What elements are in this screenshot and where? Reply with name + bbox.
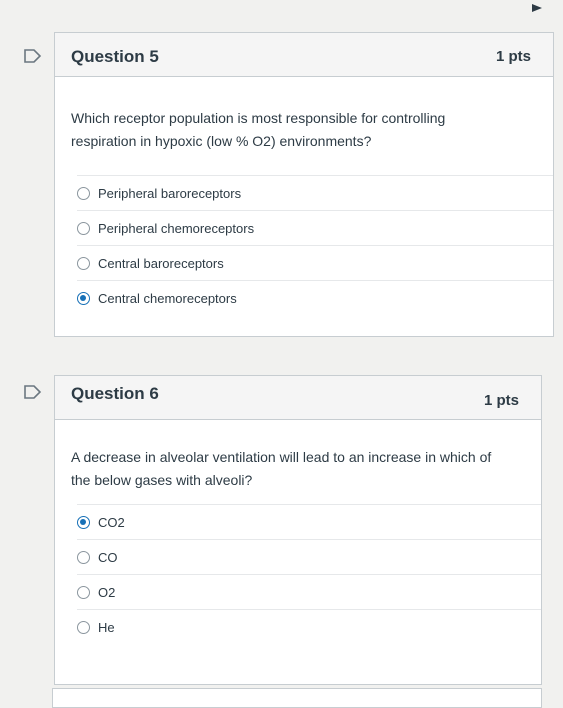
question-points: 1 pts [483, 392, 519, 409]
flag-question-6-icon[interactable] [24, 385, 44, 401]
answer-option[interactable]: Peripheral chemoreceptors [77, 210, 553, 245]
question-text: Which receptor population is most respon… [71, 110, 446, 149]
answer-label: Central baroreceptors [98, 255, 224, 271]
answer-option[interactable]: O2 [77, 574, 541, 609]
radio-button[interactable] [77, 256, 90, 270]
flag-question-5-icon[interactable] [24, 49, 44, 65]
answer-list: Peripheral baroreceptors Peripheral chem… [55, 175, 553, 315]
answer-option[interactable]: Peripheral baroreceptors [77, 175, 553, 210]
question-title: Question 5 [71, 47, 159, 66]
answer-label: Peripheral chemoreceptors [98, 220, 255, 236]
answer-option[interactable]: Central baroreceptors [77, 245, 553, 280]
answer-label: O2 [98, 584, 116, 600]
answer-label: Central chemoreceptors [98, 290, 237, 306]
answer-option[interactable]: Central chemoreceptors [77, 280, 553, 315]
answer-label: CO [98, 549, 118, 565]
answer-list: CO2 CO O2 He [55, 504, 541, 644]
question-6-header: Question 6 1 pts [55, 376, 541, 420]
radio-button[interactable] [77, 585, 90, 599]
answer-label: He [98, 619, 115, 635]
radio-button-selected[interactable] [77, 291, 90, 305]
answer-option[interactable]: CO2 [77, 504, 541, 539]
radio-button[interactable] [77, 221, 90, 235]
mouse-cursor-icon [530, 0, 544, 12]
radio-button[interactable] [77, 186, 90, 200]
radio-button-selected[interactable] [77, 515, 90, 529]
answer-option[interactable]: CO [77, 539, 541, 574]
answer-label: Peripheral baroreceptors [98, 185, 242, 201]
question-points: 1 pts [495, 48, 531, 65]
question-5-header: Question 5 1 pts [55, 33, 553, 77]
radio-button[interactable] [77, 550, 90, 564]
radio-button[interactable] [77, 620, 90, 634]
question-text: A decrease in alveolar ventilation will … [71, 449, 492, 488]
question-5-card: Question 5 1 pts Which receptor populati… [54, 32, 554, 337]
answer-label: CO2 [98, 514, 125, 530]
next-question-card [52, 688, 542, 708]
answer-option[interactable]: He [77, 609, 541, 644]
question-title: Question 6 [71, 384, 159, 403]
question-6-card: Question 6 1 pts A decrease in alveolar … [54, 375, 542, 685]
